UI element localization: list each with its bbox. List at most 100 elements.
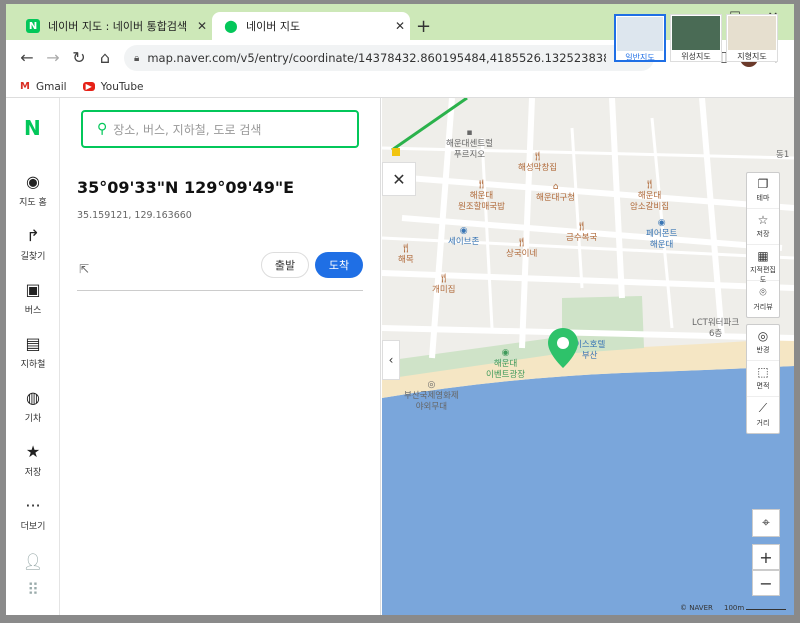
- poi-label[interactable]: 🍴︎ 상국이네: [506, 238, 537, 260]
- coordinate-decimal: 35.159121, 129.163660: [77, 210, 192, 221]
- satellite-map-thumb: [672, 16, 720, 50]
- theme-button[interactable]: ❐ 테마: [747, 173, 779, 209]
- divider: [77, 290, 363, 291]
- gmail-icon: M: [20, 81, 30, 92]
- rail-label: 버스: [24, 306, 42, 316]
- crosshair-icon: ⌖: [762, 515, 770, 531]
- naver-map-icon: ⬤: [224, 19, 238, 33]
- rail-label: 기차: [24, 414, 42, 424]
- address-bar[interactable]: 🔒︎ map.naver.com/v5/entry/coordinate/143…: [124, 45, 654, 71]
- rail-item-directions[interactable]: ↱ 길찾기: [6, 226, 60, 262]
- rail-item-bus[interactable]: ▣ 버스: [6, 280, 60, 316]
- bookmark-label: Gmail: [35, 80, 67, 93]
- cadastral-icon: ▦: [757, 249, 769, 263]
- browser-window: N 네이버 지도 : 네이버 통합검색 ✕ ⬤ 네이버 지도 ✕ + ⌄ — ☐…: [6, 4, 794, 615]
- poi-label[interactable]: ▪ 해운대센트럴 푸르지오: [446, 128, 493, 161]
- collapse-panel-button[interactable]: ‹: [382, 340, 400, 380]
- theme-icon: ❐: [757, 177, 769, 191]
- zoom-out-button[interactable]: −: [752, 570, 780, 596]
- arrival-button[interactable]: 도착: [315, 252, 363, 278]
- youtube-icon: ▶: [82, 82, 95, 91]
- tab-naver-map[interactable]: ⬤ 네이버 지도 ✕: [212, 12, 410, 40]
- more-icon: ···: [25, 496, 41, 515]
- star-icon: ★: [25, 442, 41, 461]
- poi-label[interactable]: 동1: [776, 150, 789, 161]
- bookmark-gmail[interactable]: M Gmail: [20, 81, 67, 93]
- cadastral-button[interactable]: ▦ 지적편집도: [747, 245, 779, 284]
- location-pin-icon[interactable]: [546, 326, 580, 370]
- zoom-in-button[interactable]: +: [752, 544, 780, 570]
- nav-rail: N ◉ 지도 홈 ↱ 길찾기 ▣ 버스 ▤ 지하철 ◍ 기차 ★ 저장 ··· …: [6, 98, 60, 615]
- map-tools-group: ❐ 테마 ☆ 저장 ▦ 지적편집도 ⌾ 거리뷰: [746, 172, 780, 318]
- rail-item-subway[interactable]: ▤ 지하철: [6, 334, 60, 370]
- rail-item-map-home[interactable]: ◉ 지도 홈: [6, 172, 60, 208]
- poi-label[interactable]: 🍴︎ 해운대 암소갈비집: [630, 180, 669, 213]
- my-location-button[interactable]: ⌖: [752, 509, 780, 537]
- tab-title: 네이버 지도 : 네이버 통합검색: [48, 20, 188, 33]
- coordinate-title: 35°09'33"N 129°09'49"E: [77, 178, 295, 197]
- bookmark-youtube[interactable]: ▶ YouTube: [82, 80, 144, 93]
- url-text: map.naver.com/v5/entry/coordinate/143784…: [147, 51, 606, 65]
- close-panel-button[interactable]: ✕: [382, 162, 416, 196]
- rail-label: 지하철: [20, 360, 46, 370]
- back-button[interactable]: ←: [16, 48, 38, 67]
- poi-label[interactable]: 🍴︎ 해운대 원조할매국밥: [458, 180, 505, 213]
- train-icon: ◍: [26, 388, 40, 407]
- radius-icon: ◎: [757, 329, 769, 343]
- rail-item-more[interactable]: ··· 더보기: [6, 496, 60, 532]
- ruler-icon: ⟋: [758, 401, 768, 415]
- poi-label[interactable]: ◎ 부산국제영화제 야외무대: [404, 380, 459, 413]
- area-icon: ⬚: [757, 365, 769, 379]
- home-button[interactable]: ⌂: [94, 48, 116, 67]
- map-copyright: © NAVER: [680, 604, 713, 612]
- subway-icon: ▤: [25, 334, 41, 353]
- maptype-normal[interactable]: 일반지도: [614, 14, 666, 62]
- close-tab-icon[interactable]: ✕: [390, 19, 410, 33]
- bus-icon: ▣: [25, 280, 41, 299]
- distance-button[interactable]: ⟋ 거리: [747, 397, 779, 433]
- search-icon: ⚲: [97, 121, 108, 137]
- measure-tools-group: ◎ 반경 ⬚ 면적 ⟋ 거리: [746, 324, 780, 434]
- poi-label[interactable]: LCT워터파크 6층: [692, 318, 739, 340]
- streetview-icon: ⌾: [759, 285, 767, 299]
- radius-button[interactable]: ◎ 반경: [747, 325, 779, 361]
- new-tab-button[interactable]: +: [416, 16, 431, 37]
- rail-label: 더보기: [20, 522, 46, 532]
- search-placeholder: 장소, 버스, 지하철, 도로 검색: [113, 122, 262, 137]
- maptype-terrain[interactable]: 지형지도: [726, 14, 778, 62]
- bookmarks-bar: M Gmail ▶ YouTube: [6, 76, 794, 98]
- map-scale: 100m: [724, 604, 787, 612]
- tab-naver-search[interactable]: N 네이버 지도 : 네이버 통합검색 ✕: [14, 12, 212, 40]
- search-input[interactable]: ⚲ 장소, 버스, 지하철, 도로 검색: [81, 110, 359, 148]
- rail-item-train[interactable]: ◍ 기차: [6, 388, 60, 424]
- terrain-map-thumb: [728, 16, 776, 50]
- poi-label[interactable]: 🍴︎ 해목: [398, 244, 414, 266]
- tab-title: 네이버 지도: [246, 20, 301, 33]
- apps-grid-icon[interactable]: ⠿: [6, 580, 60, 599]
- maptype-satellite[interactable]: 위성지도: [670, 14, 722, 62]
- directions-icon: ↱: [26, 226, 40, 245]
- poi-label[interactable]: 🍴︎ 금수복국: [566, 222, 597, 244]
- poi-label[interactable]: ◉ 해운대 이벤트광장: [486, 348, 525, 381]
- close-tab-icon[interactable]: ✕: [192, 19, 212, 33]
- reload-button[interactable]: ↻: [68, 48, 90, 67]
- forward-button[interactable]: →: [42, 48, 64, 67]
- poi-label[interactable]: ◉ 세이브존: [448, 226, 479, 248]
- naver-logo[interactable]: N: [24, 118, 44, 138]
- bookmark-label: YouTube: [100, 80, 144, 93]
- area-button[interactable]: ⬚ 면적: [747, 361, 779, 397]
- poi-label[interactable]: ◉ 페어몬트 해운대: [646, 218, 677, 251]
- rail-label: 저장: [24, 468, 42, 478]
- poi-label[interactable]: 🍴︎ 개미집: [432, 274, 455, 296]
- save-button[interactable]: ☆ 저장: [747, 209, 779, 245]
- share-icon[interactable]: ⇱: [79, 262, 89, 276]
- user-icon[interactable]: 👤︎: [6, 552, 60, 571]
- rail-item-saved[interactable]: ★ 저장: [6, 442, 60, 478]
- save-star-icon: ☆: [757, 213, 769, 227]
- poi-label[interactable]: ⌂ 해운대구청: [536, 182, 575, 204]
- station-icon: [392, 148, 400, 156]
- poi-label[interactable]: 🍴︎ 해성막창집: [518, 152, 557, 174]
- departure-button[interactable]: 출발: [261, 252, 309, 278]
- streetview-button[interactable]: ⌾ 거리뷰: [747, 281, 779, 317]
- search-panel: ⚲ 장소, 버스, 지하철, 도로 검색 35°09'33"N 129°09'4…: [61, 98, 381, 615]
